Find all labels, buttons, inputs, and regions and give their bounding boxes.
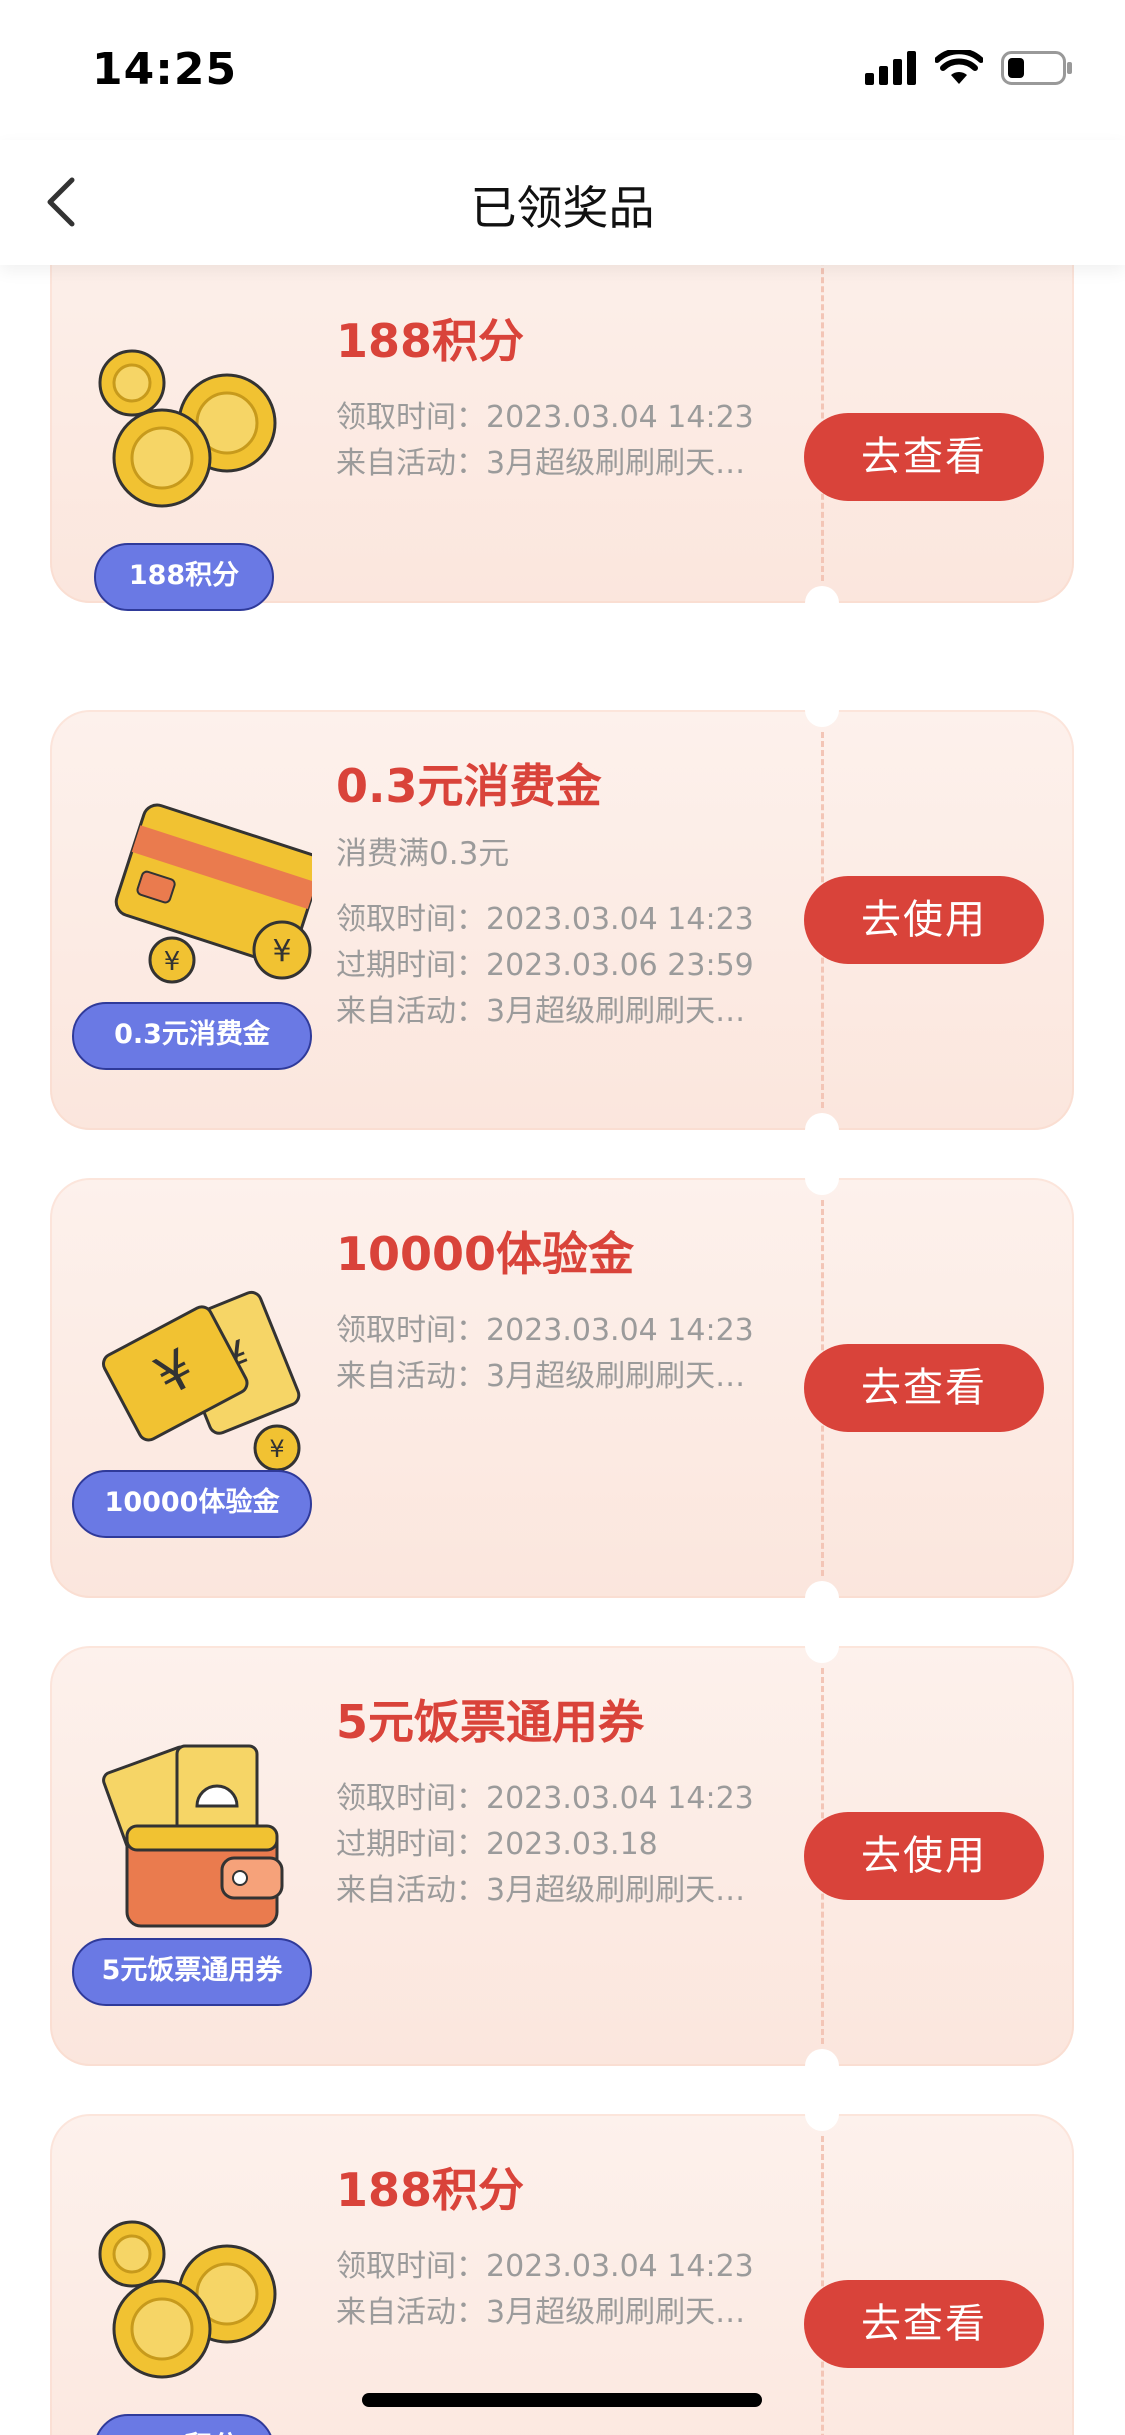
signal-icon (865, 51, 916, 85)
prize-badge: 188积分 (94, 543, 274, 611)
claim-time-label: 领取时间： (336, 2249, 486, 2284)
meal-wallet-icon (102, 1744, 284, 1928)
claim-time-row: 领取时间：2023.03.04 14:23 (336, 395, 816, 441)
card-notch (805, 1581, 839, 1615)
activity-row: 来自活动：3月超级刷刷刷天… (336, 1354, 816, 1400)
coins-icon (98, 349, 277, 508)
claim-time-label: 领取时间： (336, 400, 486, 435)
claim-time-label: 领取时间： (336, 1313, 486, 1348)
activity-label: 来自活动： (336, 2295, 486, 2330)
expire-time-label: 过期时间： (336, 1827, 486, 1862)
prize-title: 0.3元消费金 (336, 759, 602, 813)
coins-icon (98, 2220, 277, 2379)
prize-thumbnail: ¥ ¥ ¥ 10000体验金 (72, 1248, 312, 1538)
prize-card: 5元饭票通用券 5元饭票通用券 领取时间：2023.03.04 14:23 过期… (50, 1629, 1074, 2083)
prize-info: 5元饭票通用券 领取时间：2023.03.04 14:23 过期时间：2023.… (336, 1686, 816, 1914)
prize-info: 0.3元消费金 消费满0.3元 领取时间：2023.03.04 14:23 过期… (336, 750, 816, 1035)
activity-label: 来自活动： (336, 994, 486, 1029)
prize-list[interactable]: 188积分 188积分 领取时间：2023.03.04 14:23 来自活动：3… (0, 265, 1125, 2435)
claim-time-value: 2023.03.04 14:23 (486, 2249, 754, 2284)
prize-title: 188积分 (336, 2163, 525, 2217)
prize-badge: 188积分 (94, 2414, 274, 2435)
prize-meta: 领取时间：2023.03.04 14:23 过期时间：2023.03.06 23… (336, 897, 816, 1035)
status-icons (865, 50, 1073, 86)
claim-time-label: 领取时间： (336, 1781, 486, 1816)
activity-value: 3月超级刷刷刷天… (486, 446, 746, 481)
claim-time-value: 2023.03.04 14:23 (486, 1781, 754, 1816)
home-indicator[interactable] (362, 2393, 762, 2407)
prize-thumbnail: 188积分 (72, 313, 312, 611)
prize-badge: 5元饭票通用券 (72, 1938, 312, 2006)
activity-row: 来自活动：3月超级刷刷刷天… (336, 2290, 816, 2336)
card-divider (821, 2136, 824, 2435)
activity-row: 来自活动：3月超级刷刷刷天… (336, 441, 816, 487)
prize-thumbnail: 188积分 (72, 2184, 312, 2435)
activity-label: 来自活动： (336, 1873, 486, 1908)
prize-badge: 0.3元消费金 (72, 1002, 312, 1070)
prize-meta: 领取时间：2023.03.04 14:23 过期时间：2023.03.18 来自… (336, 1776, 816, 1914)
activity-value: 3月超级刷刷刷天… (486, 994, 746, 1029)
prize-card: 188积分 188积分 领取时间：2023.03.04 14:23 来自活动：3… (50, 265, 1074, 620)
status-bar: 14:25 (0, 0, 1125, 140)
view-button[interactable]: 去查看 (804, 1344, 1044, 1432)
activity-label: 来自活动： (336, 446, 486, 481)
claim-time-row: 领取时间：2023.03.04 14:23 (336, 2244, 816, 2290)
yuan-tickets-icon: ¥ ¥ ¥ (101, 1290, 301, 1472)
card-notch (805, 1113, 839, 1147)
expire-time-row: 过期时间：2023.03.06 23:59 (336, 943, 816, 989)
claim-time-value: 2023.03.04 14:23 (486, 400, 754, 435)
claim-time-label: 领取时间： (336, 902, 486, 937)
expire-time-value: 2023.03.06 23:59 (486, 948, 754, 983)
expire-time-value: 2023.03.18 (486, 1827, 658, 1862)
prize-title: 10000体验金 (336, 1227, 635, 1281)
prize-meta: 领取时间：2023.03.04 14:23 来自活动：3月超级刷刷刷天… (336, 2244, 816, 2336)
svg-text:¥: ¥ (272, 934, 291, 969)
svg-text:¥: ¥ (269, 1435, 284, 1463)
claim-time-value: 2023.03.04 14:23 (486, 1313, 754, 1348)
prize-info: 188积分 领取时间：2023.03.04 14:23 来自活动：3月超级刷刷刷… (336, 305, 816, 487)
prize-card: 188积分 188积分 领取时间：2023.03.04 14:23 来自活动：3… (50, 2097, 1074, 2435)
prize-meta: 领取时间：2023.03.04 14:23 来自活动：3月超级刷刷刷天… (336, 395, 816, 487)
activity-value: 3月超级刷刷刷天… (486, 2295, 746, 2330)
prize-thumbnail: ¥ ¥ 0.3元消费金 (72, 780, 312, 1070)
card-notch (805, 2097, 839, 2131)
svg-text:¥: ¥ (164, 947, 181, 977)
status-time: 14:25 (92, 44, 238, 95)
prize-title: 188积分 (336, 314, 525, 368)
page-title: 已领奖品 (470, 181, 655, 235)
use-button[interactable]: 去使用 (804, 876, 1044, 964)
activity-value: 3月超级刷刷刷天… (486, 1359, 746, 1394)
prize-card: ¥ ¥ ¥ 10000体验金 10000体验金 领取时间：2023.03.04 … (50, 1161, 1074, 1615)
credit-card-icon: ¥ ¥ (114, 803, 312, 984)
prize-subtitle: 消费满0.3元 (336, 836, 510, 872)
claim-time-row: 领取时间：2023.03.04 14:23 (336, 1776, 816, 1822)
card-notch (805, 1161, 839, 1195)
view-button[interactable]: 去查看 (804, 2280, 1044, 2368)
prize-title: 5元饭票通用券 (336, 1695, 645, 1749)
prize-info: 188积分 领取时间：2023.03.04 14:23 来自活动：3月超级刷刷刷… (336, 2154, 816, 2336)
use-button[interactable]: 去使用 (804, 1812, 1044, 1900)
activity-value: 3月超级刷刷刷天… (486, 1873, 746, 1908)
card-notch (805, 1629, 839, 1663)
card-notch (805, 693, 839, 727)
battery-icon (1001, 51, 1072, 85)
prize-card: ¥ ¥ 0.3元消费金 0.3元消费金 消费满0.3元 领取时间：2023.03… (50, 693, 1074, 1147)
wifi-icon (935, 50, 983, 84)
activity-row: 来自活动：3月超级刷刷刷天… (336, 989, 816, 1035)
card-notch (805, 586, 839, 620)
prize-badge: 10000体验金 (72, 1470, 312, 1538)
view-button[interactable]: 去查看 (804, 413, 1044, 501)
claim-time-row: 领取时间：2023.03.04 14:23 (336, 897, 816, 943)
activity-row: 来自活动：3月超级刷刷刷天… (336, 1868, 816, 1914)
card-notch (805, 2049, 839, 2083)
prize-meta: 领取时间：2023.03.04 14:23 来自活动：3月超级刷刷刷天… (336, 1308, 816, 1400)
claim-time-value: 2023.03.04 14:23 (486, 902, 754, 937)
expire-time-label: 过期时间： (336, 948, 486, 983)
nav-bar: 已领奖品 (0, 140, 1125, 265)
prize-thumbnail: 5元饭票通用券 (72, 1716, 312, 2006)
expire-time-row: 过期时间：2023.03.18 (336, 1822, 816, 1868)
prize-info: 10000体验金 领取时间：2023.03.04 14:23 来自活动：3月超级… (336, 1218, 816, 1400)
activity-label: 来自活动： (336, 1359, 486, 1394)
claim-time-row: 领取时间：2023.03.04 14:23 (336, 1308, 816, 1354)
